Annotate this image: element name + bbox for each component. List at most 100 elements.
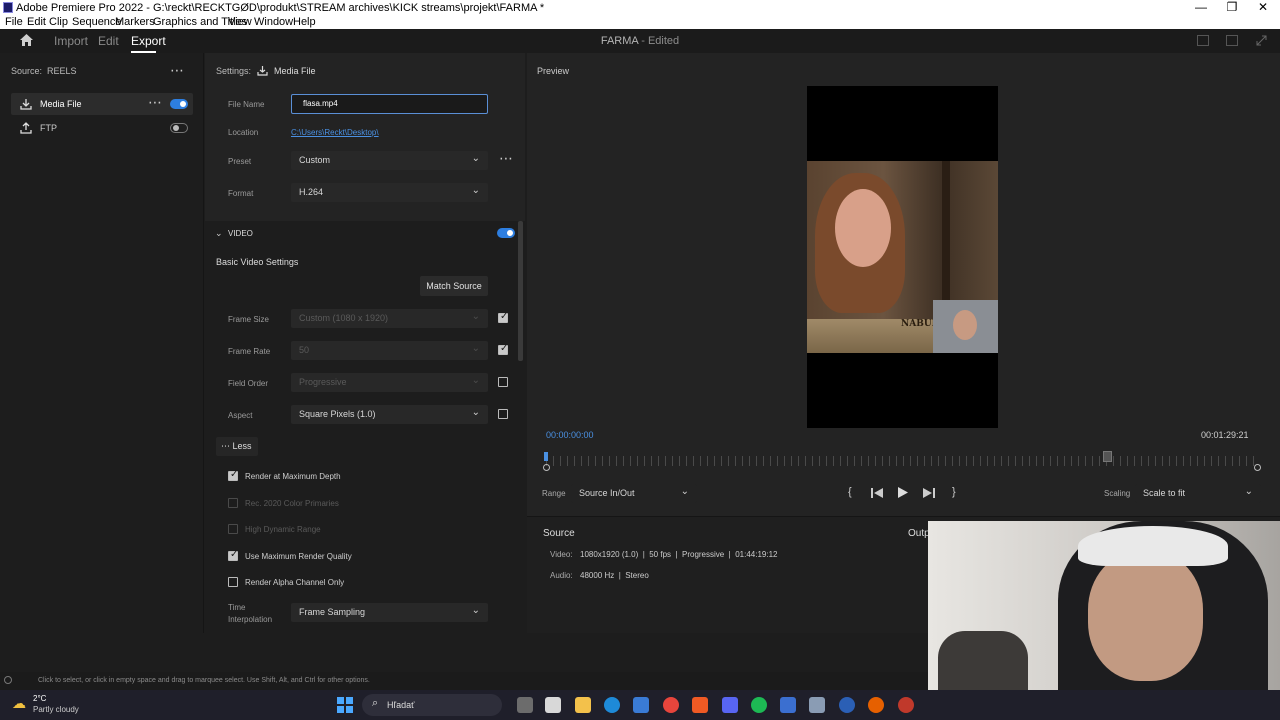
playhead[interactable] (544, 452, 548, 461)
menu-help[interactable]: Help (293, 16, 316, 28)
project-status: - Edited (641, 35, 680, 47)
time-interpolation-label: Time (228, 603, 246, 612)
spotify-icon[interactable] (751, 697, 767, 713)
ellipsis-icon: ⋯ (221, 441, 233, 451)
format-dropdown[interactable]: H.264 ⌄ (291, 183, 488, 202)
step-forward-icon[interactable] (923, 488, 935, 498)
step-back-icon[interactable] (871, 488, 883, 498)
play-icon[interactable] (898, 487, 908, 498)
hdr-label: High Dynamic Range (245, 525, 321, 534)
destination-ftp[interactable]: FTP (11, 117, 193, 139)
menu-markers[interactable]: Markers (115, 16, 155, 28)
store-icon[interactable] (545, 697, 561, 713)
scaling-dropdown[interactable]: Scale to fit ⌄ (1135, 484, 1261, 503)
frame-size-value: Custom (1080 x 1920) (299, 313, 389, 323)
destination-more-icon[interactable]: ⋯ (148, 94, 162, 111)
video-section-title: VIDEO (228, 229, 253, 238)
notepad-icon[interactable] (780, 697, 796, 713)
aspect-match-checkbox[interactable] (498, 409, 508, 419)
chrome-icon[interactable] (663, 697, 679, 713)
maximize-button[interactable]: ❐ (1215, 0, 1249, 16)
project-name: FARMA (600, 35, 639, 47)
mark-in-icon[interactable]: { (848, 486, 852, 498)
source-value: REELS (47, 66, 77, 76)
settings-icon[interactable] (809, 697, 825, 713)
premiere-app-icon (3, 2, 13, 13)
frame-rate-match-checkbox[interactable] (498, 343, 508, 355)
fullscreen-icon[interactable] (1256, 35, 1267, 46)
file-name-input[interactable]: flasa.mp4 (291, 94, 488, 114)
media-file-toggle[interactable] (170, 99, 188, 109)
firefox-icon[interactable] (868, 697, 884, 713)
format-label: Format (228, 189, 254, 198)
source-more-icon[interactable]: ⋯ (170, 62, 184, 79)
window-title: Adobe Premiere Pro 2022 - G:\reckt\RECKT… (16, 2, 545, 14)
aspect-label: Aspect (228, 411, 253, 420)
rec2020-label: Rec. 2020 Color Primaries (245, 499, 339, 508)
door-frame (942, 161, 950, 301)
timeline-ruler[interactable] (546, 456, 1258, 466)
destinations-panel: Source: REELS ⋯ Media File ⋯ FTP (0, 53, 204, 633)
app-icon[interactable] (898, 697, 914, 713)
menu-view[interactable]: View (228, 16, 252, 28)
timecode-start[interactable]: 00:00:00:00 (546, 430, 594, 440)
ftp-toggle[interactable] (170, 123, 188, 133)
taskbar-search[interactable]: ⌕ Hľadať (362, 694, 502, 716)
video-section: ⌄ VIDEO Basic Video Settings Match Sourc… (205, 221, 525, 633)
preset-dropdown[interactable]: Custom ⌄ (291, 151, 488, 170)
destination-label: FTP (40, 123, 57, 133)
field-order-match-checkbox[interactable] (498, 377, 508, 387)
menu-edit[interactable]: Edit (27, 16, 46, 28)
video-toggle[interactable] (497, 228, 515, 238)
chevron-down-icon[interactable]: ⌄ (215, 228, 223, 239)
workspace-icon[interactable] (1197, 35, 1209, 46)
out-point-marker[interactable] (1103, 451, 1112, 462)
close-button[interactable]: ✕ (1246, 0, 1280, 16)
chevron-down-icon: ⌄ (471, 605, 480, 616)
windows-start-icon[interactable] (337, 697, 353, 713)
aspect-dropdown[interactable]: Square Pixels (1.0) ⌄ (291, 405, 488, 424)
frame-rate-label: Frame Rate (228, 347, 271, 356)
in-handle[interactable] (543, 464, 550, 471)
discord-icon[interactable] (722, 697, 738, 713)
preview-frame: NABUDÚ (807, 86, 998, 428)
brave-icon[interactable] (692, 697, 708, 713)
preset-more-icon[interactable]: ⋯ (499, 150, 513, 167)
location-link[interactable]: C:\Users\Reckt\Desktop\ (291, 128, 379, 137)
render-max-depth-checkbox[interactable] (228, 469, 238, 481)
chevron-down-icon: ⌄ (471, 185, 480, 196)
preset-label: Preset (228, 157, 252, 166)
out-handle[interactable] (1254, 464, 1261, 471)
frame-size-match-checkbox[interactable] (498, 311, 508, 323)
edge-icon[interactable] (604, 697, 620, 713)
minimize-button[interactable]: — (1184, 0, 1218, 16)
obs-icon[interactable] (839, 697, 855, 713)
audio-info-label: Audio: (550, 571, 573, 580)
mark-out-icon[interactable]: } (952, 486, 956, 498)
photos-icon[interactable] (633, 697, 649, 713)
scaling-label: Scaling (1104, 489, 1131, 498)
field-order-dropdown: Progressive ⌄ (291, 373, 488, 392)
basic-video-settings-title: Basic Video Settings (216, 257, 299, 267)
chevron-down-icon: ⌄ (471, 407, 480, 418)
chevron-down-icon: ⌄ (471, 153, 480, 164)
less-button[interactable]: ⋯ Less (216, 437, 258, 456)
window-title-bar: Adobe Premiere Pro 2022 - G:\reckt\RECKT… (0, 0, 1280, 16)
download-icon (257, 66, 268, 76)
task-view-icon[interactable] (517, 697, 533, 713)
menu-file[interactable]: File (5, 16, 23, 28)
menu-clip[interactable]: Clip (49, 16, 68, 28)
range-dropdown[interactable]: Source In/Out ⌄ (571, 484, 697, 503)
match-source-button[interactable]: Match Source (420, 276, 488, 296)
share-icon[interactable] (1226, 35, 1238, 46)
time-interpolation-dropdown[interactable]: Frame Sampling ⌄ (291, 603, 488, 622)
settings-target: Media File (274, 66, 316, 76)
menu-window[interactable]: Window (254, 16, 293, 28)
destination-media-file[interactable]: Media File ⋯ (11, 93, 193, 115)
chevron-down-icon: ⌄ (471, 343, 480, 354)
settings-scrollbar[interactable] (518, 221, 523, 361)
max-render-quality-checkbox[interactable] (228, 549, 238, 561)
alpha-only-checkbox[interactable] (228, 577, 238, 587)
file-explorer-icon[interactable] (575, 697, 591, 713)
scaling-value: Scale to fit (1143, 488, 1186, 498)
